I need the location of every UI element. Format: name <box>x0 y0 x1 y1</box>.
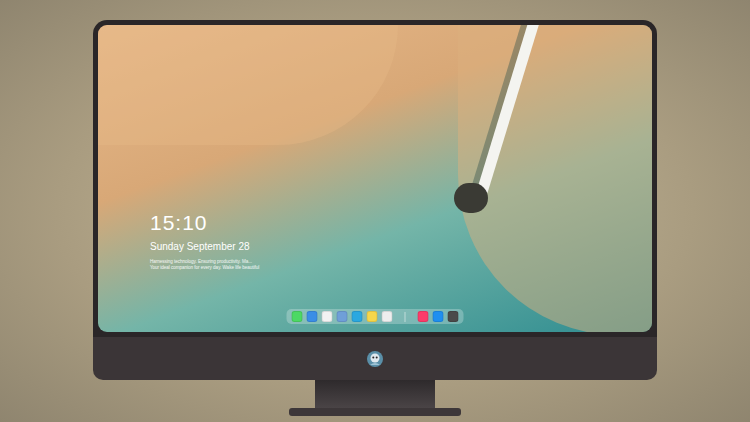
monitor-chin <box>93 337 657 380</box>
app-icon[interactable] <box>352 311 363 322</box>
lock-screen: 15:10 Sunday September 28 Harnessing techn… <box>98 25 652 332</box>
clock-date: Sunday September 28 <box>150 240 259 254</box>
app-icon[interactable] <box>337 311 348 322</box>
app-icon[interactable] <box>448 311 459 322</box>
app-icon[interactable] <box>307 311 318 322</box>
message-line: Your ideal companion for every day. Wake… <box>150 265 259 271</box>
app-icon[interactable] <box>367 311 378 322</box>
lock-message: Harnessing technology. Ensuring producti… <box>150 259 259 271</box>
dock-separator <box>405 312 406 322</box>
app-icon[interactable] <box>433 311 444 322</box>
brand-logo-icon <box>366 350 384 368</box>
dock <box>287 309 464 324</box>
monitor-stand <box>315 380 435 408</box>
monitor-frame: 15:10 Sunday September 28 Harnessing techn… <box>93 20 657 337</box>
app-icon[interactable] <box>292 311 303 322</box>
message-line: Harnessing technology. Ensuring producti… <box>150 259 259 265</box>
wallpaper-photo <box>98 25 652 332</box>
app-icon[interactable] <box>322 311 333 322</box>
monitor-base <box>289 408 461 416</box>
app-icon[interactable] <box>418 311 429 322</box>
app-icon[interactable] <box>382 311 393 322</box>
clock-time: 15:10 <box>150 211 259 235</box>
